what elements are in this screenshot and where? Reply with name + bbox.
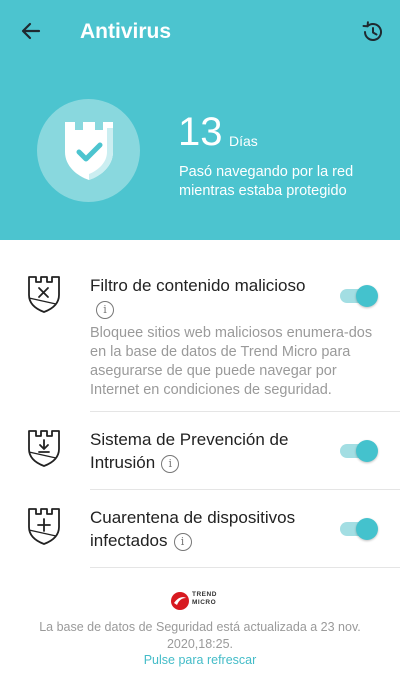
quarantine-toggle[interactable]: [340, 515, 382, 541]
divider: [90, 567, 400, 568]
protection-subtitle: Pasó navegando por la red mientras estab…: [179, 164, 354, 199]
info-icon[interactable]: i: [161, 454, 180, 473]
shield-plus-icon: [26, 506, 62, 546]
page-title: Antivirus: [80, 20, 172, 43]
shield-download-icon: [26, 428, 62, 468]
toggle-knob: [356, 285, 378, 307]
back-button[interactable]: [18, 18, 44, 44]
trend-micro-logo-icon: [171, 592, 189, 610]
history-button[interactable]: [359, 18, 387, 46]
days-unit-label: Días: [229, 133, 258, 149]
shield-check-icon: [64, 121, 113, 180]
divider: [90, 411, 400, 412]
divider: [90, 489, 400, 490]
header: Antivirus 13 Días Pasó navegando por la …: [0, 0, 400, 240]
logo-line-1: TREND: [192, 591, 217, 598]
info-icon[interactable]: i: [173, 532, 192, 551]
logo-line-2: MICRO: [192, 599, 217, 606]
trend-micro-logo: TREND MICRO: [170, 589, 230, 613]
info-icon[interactable]: i: [96, 300, 114, 319]
intrusion-prevention-toggle[interactable]: [340, 437, 382, 463]
feature-title: Filtro de contenido malicioso: [90, 276, 306, 295]
refresh-link[interactable]: Pulse para refrescar: [0, 653, 400, 667]
feature-title: Sistema de Prevención de Intrusión: [90, 430, 289, 472]
database-status: La base de datos de Seguridad está actua…: [39, 620, 361, 651]
toggle-knob: [356, 518, 378, 540]
feature-title: Cuarentena de dispositivos infectados: [90, 508, 296, 550]
shield-x-icon: [26, 274, 62, 314]
feature-description: Bloquee sitios web maliciosos enumera-do…: [90, 325, 373, 398]
arrow-left-icon: [21, 22, 41, 40]
days-protected-count: 13: [178, 110, 223, 154]
protection-badge: [37, 99, 140, 202]
toggle-knob: [356, 440, 378, 462]
history-icon: [362, 21, 382, 41]
malicious-filter-toggle[interactable]: [340, 282, 382, 308]
